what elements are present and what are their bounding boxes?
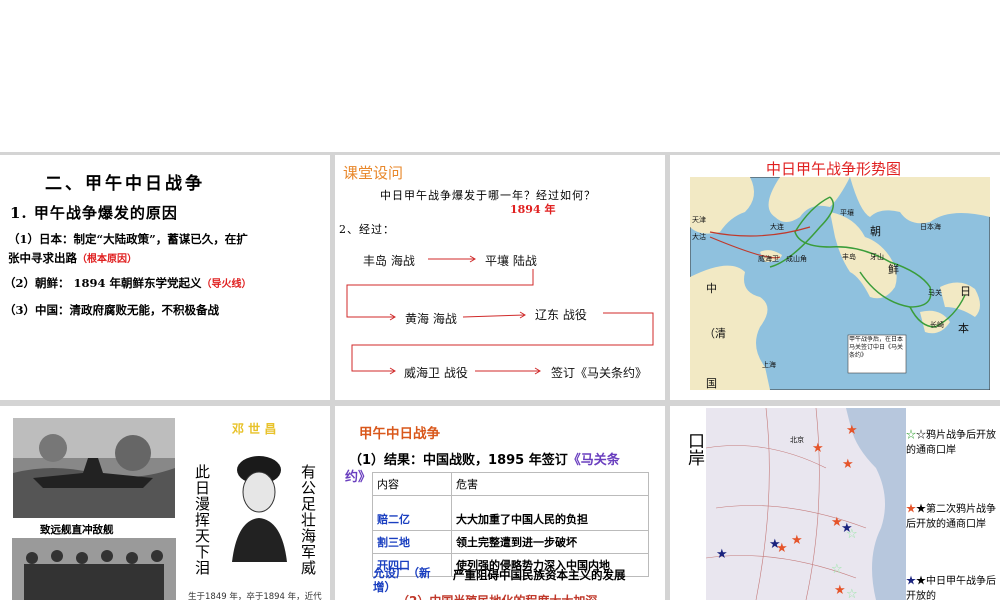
row-harm: 领土完整遭到进一步破坏: [451, 530, 649, 554]
treaty-table: 内容 危害 赔二亿 大大加重了中国人民的负担 割三地 领土完整遭到进一步破坏 开…: [372, 472, 649, 577]
svg-text:★: ★: [834, 583, 846, 598]
treaty-name: 《马关条: [567, 453, 620, 468]
row-content: 赔二亿: [372, 508, 452, 531]
map-label-weihaiwei: 威海卫: [758, 254, 779, 263]
page-title: 二、甲午中日战争: [45, 174, 205, 194]
map-label-ben: 本: [958, 321, 969, 335]
map-note: 甲午战争后，在日本马关签订中日《马关条约》: [849, 336, 904, 359]
panel-deng-shichang[interactable]: 致远舰直冲敌舰 邓 世 昌 此日漫挥天下泪 有公足壮海军威 生于1849 年，卒…: [0, 406, 330, 600]
svg-text:★: ★: [791, 533, 803, 548]
semi-colonial-note: （2）中国半殖民地化的程度大大加深: [397, 592, 597, 600]
map-label-xian: 鲜: [888, 262, 899, 276]
treaty-name-cont: 约》: [345, 470, 372, 485]
slide-canvas: 二、甲午中日战争 1. 甲午战争爆发的原因 （1）日本：制定“大陆政策”，蓄谋已…: [0, 0, 1000, 600]
panel-war-map[interactable]: 中日甲午战争形势图 天津 大沽 大连 威海卫 成山角 平壤 朝 鲜 丰岛 牙山 …: [670, 155, 1000, 400]
map-label-chengshanjiao: 成山角: [786, 254, 807, 263]
svg-text:★: ★: [842, 457, 854, 472]
map-label-maguan: 马关: [928, 288, 942, 297]
table-header-harm: 危害: [451, 472, 649, 496]
svg-text:★: ★: [769, 537, 781, 552]
map-label-guo: 国: [706, 377, 717, 390]
svg-text:★: ★: [812, 441, 824, 456]
battle-photo-caption: 致远舰直冲敌舰: [40, 524, 114, 536]
map-label-dagu: 大沽: [692, 232, 706, 241]
hero-bio: 生于1849 年，卒于1894 年，近代: [188, 592, 322, 600]
trigger-note: （导火线）: [201, 279, 252, 290]
couplet-left: 此日漫挥天下泪: [193, 464, 211, 576]
map-label-chao: 朝: [870, 225, 881, 238]
table-header-content: 内容: [372, 472, 452, 496]
section-subtitle: 1. 甲午战争爆发的原因: [10, 204, 178, 222]
korea-cause: （2）朝鲜： 1894 年朝鲜东学党起义（导火线）: [4, 276, 252, 290]
map-label-yashan: 牙山: [870, 252, 884, 261]
legend-opium-war: ☆☆鸦片战争后开放的通商口岸: [906, 430, 996, 456]
svg-text:★: ★: [716, 547, 728, 562]
battle-photo: [13, 418, 175, 518]
svg-text:☆: ☆: [846, 587, 858, 600]
map-label-qing: （清: [704, 327, 726, 340]
panel-war-result[interactable]: 甲午中日战争 （1）结果：中国战败，1895 年签订《马关条 约》 内容 危害 …: [335, 406, 665, 600]
deng-shichang-portrait: [227, 450, 292, 562]
japan-cause-line2: 张中寻求出路（根本原因）: [8, 251, 137, 265]
legend-second-opium-war: ★★第二次鸦片战争后开放的通商口岸: [906, 504, 996, 530]
svg-text:☆: ☆: [831, 562, 843, 577]
label-beijing: 北京: [790, 435, 804, 444]
table-row: 赔二亿 大大加重了中国人民的负担: [372, 508, 649, 531]
map-label-fengdao: 丰岛: [842, 252, 856, 261]
panel-treaty-ports[interactable]: 近代中国开放的通商口岸 北京 ★★★ ★★★ ★ ★★★ ☆☆☆ ☆☆鸦片战争后…: [670, 406, 1000, 600]
panel-war-causes[interactable]: 二、甲午中日战争 1. 甲午战争爆发的原因 （1）日本：制定“大陆政策”，蓄谋已…: [0, 155, 330, 400]
map-label-zhong: 中: [706, 282, 717, 295]
china-cause: （3）中国：清政府腐败无能，不积极备战: [4, 303, 219, 317]
row-content: 割三地: [372, 530, 452, 554]
couplet-right: 有公足壮海军威: [299, 464, 317, 576]
root-cause-note: （根本原因）: [77, 254, 137, 265]
map-title: 中日甲午战争形势图: [766, 160, 902, 178]
map-label-pingrang: 平壤: [840, 208, 854, 217]
hero-name: 邓 世 昌: [232, 422, 277, 436]
war-map[interactable]: 天津 大沽 大连 威海卫 成山角 平壤 朝 鲜 丰岛 牙山 中 （清 国 日 本…: [690, 177, 990, 390]
japan-cause-line1: （1）日本：制定“大陆政策”，蓄谋已久，在扩: [8, 232, 248, 246]
treaty-ports-map[interactable]: 北京 ★★★ ★★★ ★ ★★★ ☆☆☆: [706, 408, 906, 600]
result-line: （1）结果：中国战败，1895 年签订《马关条: [349, 453, 620, 468]
svg-text:★: ★: [846, 423, 858, 438]
map-label-tianjin: 天津: [692, 216, 706, 224]
row-harm: 大大加重了中国人民的负担: [451, 508, 649, 531]
crew-photo: [12, 538, 176, 600]
panel-classroom-question[interactable]: 课堂设问 中日甲午战争爆发于哪一年？经过如何？ 1894 年 2、经过： 丰岛 …: [335, 155, 665, 400]
map-label-riben-hai: 日本海: [920, 222, 941, 231]
map-label-ri: 日: [960, 285, 971, 298]
legend-sino-japanese-war: ★★中日甲午战争后开放的: [906, 576, 996, 600]
svg-text:☆: ☆: [846, 527, 858, 542]
table-row: 割三地 领土完整遭到进一步破坏: [372, 530, 649, 554]
row-content: 允设厂（新增）: [373, 566, 431, 594]
row-harm: 严重阻碍中国民族资本主义的发展: [453, 568, 626, 582]
map-label-changqi: 长崎: [930, 320, 944, 329]
result-heading: 甲午中日战争: [359, 426, 440, 442]
flow-arrows: [346, 255, 654, 375]
map-label-dalian: 大连: [770, 222, 784, 231]
map-label-shanghai: 上海: [762, 360, 776, 369]
